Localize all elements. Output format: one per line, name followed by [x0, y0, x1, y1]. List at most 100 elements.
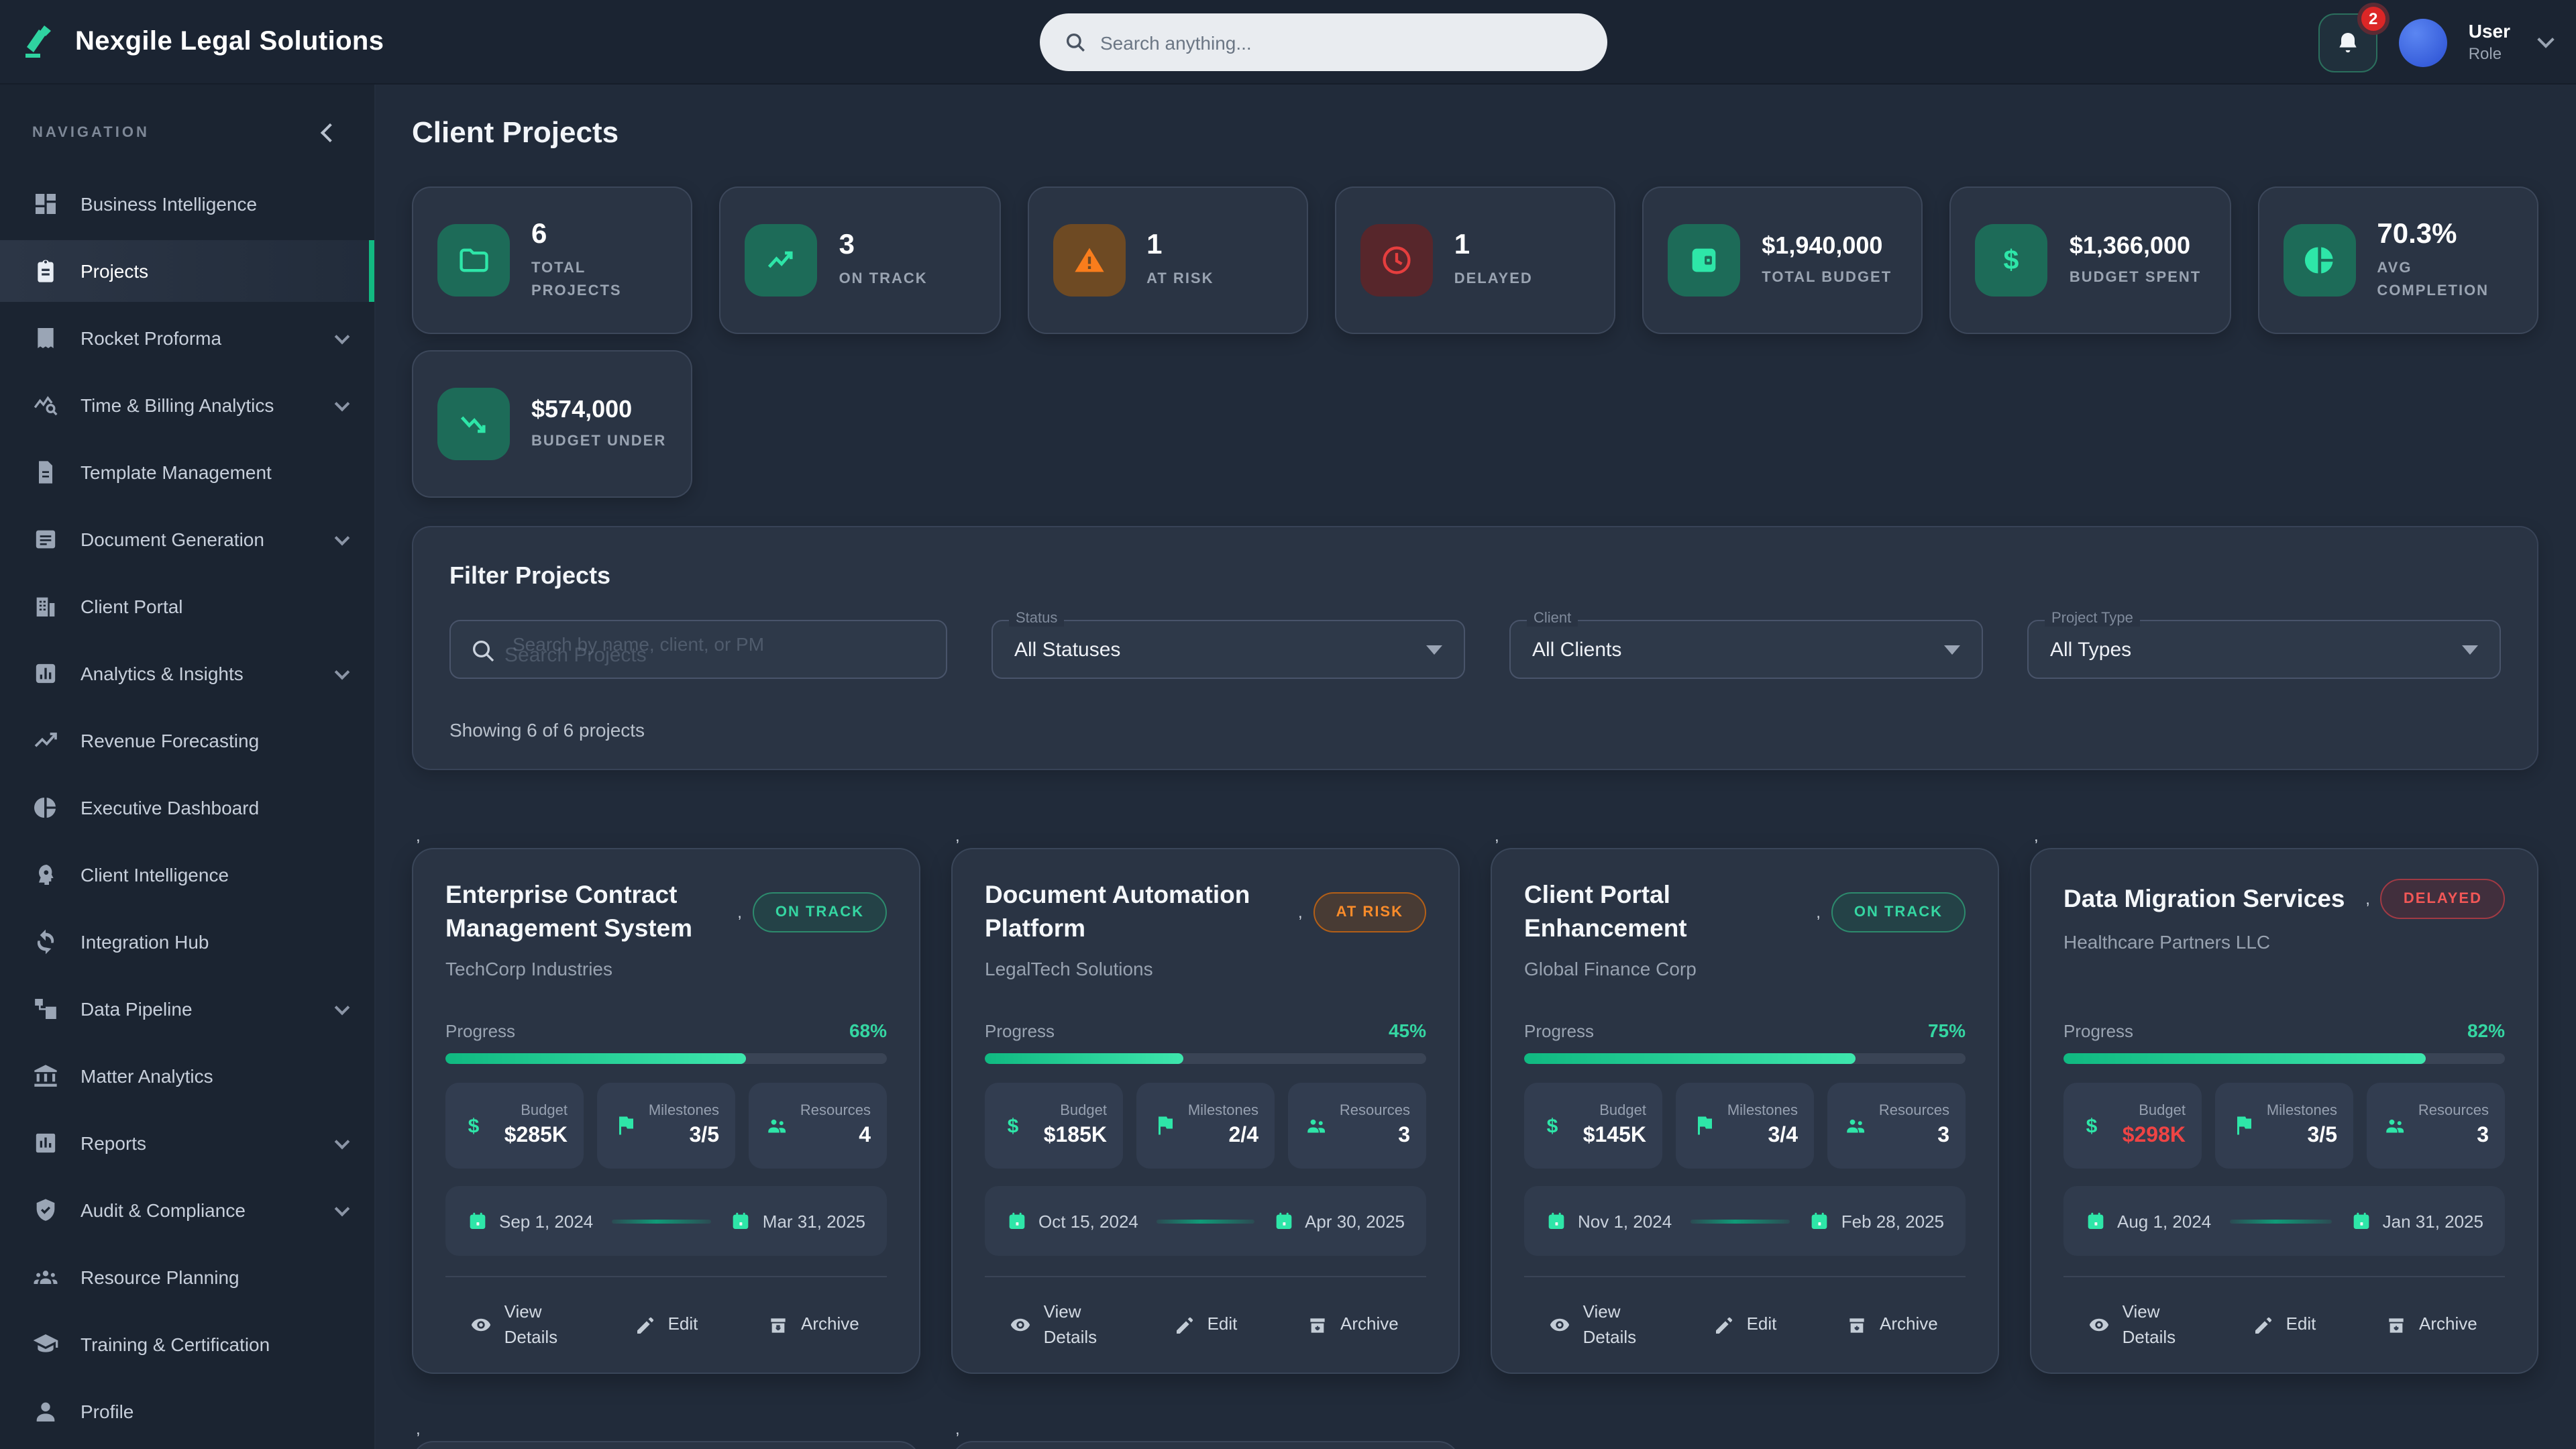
edit-button[interactable]: Edit — [1132, 1312, 1279, 1338]
progress-bar — [985, 1053, 1426, 1064]
sidebar-item-projects[interactable]: Projects — [0, 240, 374, 302]
sidebar-item-document-generation[interactable]: Document Generation — [0, 508, 374, 570]
client-name: TechCorp Industries — [445, 958, 887, 979]
archive-button[interactable]: Archive — [740, 1312, 887, 1338]
clipboard-icon — [32, 258, 59, 284]
sidebar-item-rocket-proforma[interactable]: Rocket Proforma — [0, 307, 374, 369]
user-menu-chevron-icon[interactable] — [2537, 31, 2554, 48]
chevron-down-icon[interactable] — [335, 1201, 350, 1216]
project-card-partial — [412, 1441, 920, 1449]
archive-button[interactable]: Archive — [1819, 1312, 1966, 1338]
sidebar-item-time-billing-analytics[interactable]: Time & Billing Analytics — [0, 374, 374, 436]
user-info[interactable]: User Role — [2469, 21, 2510, 64]
receipt-icon — [32, 325, 59, 352]
resources-tile: Resources3 — [1288, 1083, 1426, 1169]
project-type-select-value: All Types — [2050, 638, 2462, 661]
archive-button[interactable]: Archive — [1279, 1312, 1426, 1338]
view-details-button[interactable]: View Details — [2063, 1299, 2210, 1350]
stat-on-track: 3ON TRACK — [720, 186, 1001, 334]
notifications-button[interactable]: 2 — [2318, 13, 2377, 72]
timeline-connector — [2230, 1219, 2331, 1223]
project-search-label: Search Projects — [504, 644, 647, 667]
budget-value: $185K — [1033, 1124, 1107, 1148]
sidebar-collapse-icon[interactable] — [321, 123, 339, 142]
sidebar-item-data-pipeline[interactable]: Data Pipeline — [0, 978, 374, 1040]
status-badge: DELAYED — [2381, 879, 2505, 919]
edit-button[interactable]: Edit — [2210, 1312, 2357, 1338]
avatar[interactable] — [2399, 18, 2447, 66]
notification-badge: 2 — [2357, 2, 2390, 34]
client-select[interactable]: Client All Clients — [1509, 620, 1983, 679]
project-type-select[interactable]: Project Type All Types — [2027, 620, 2501, 679]
milestones-value: 3/5 — [645, 1124, 719, 1148]
view-details-button[interactable]: View Details — [1524, 1299, 1671, 1350]
progress-value: 68% — [849, 1020, 887, 1041]
sidebar-item-business-intelligence[interactable]: Business Intelligence — [0, 173, 374, 235]
sidebar-item-integration-hub[interactable]: Integration Hub — [0, 911, 374, 973]
archive-button[interactable]: Archive — [2358, 1312, 2505, 1338]
chevron-down-icon[interactable] — [335, 1134, 350, 1149]
end-date: Mar 31, 2025 — [763, 1211, 865, 1231]
sidebar-item-client-portal[interactable]: Client Portal — [0, 576, 374, 637]
dollar-icon: $ — [1540, 1114, 1564, 1138]
sidebar-item-resource-planning[interactable]: Resource Planning — [0, 1246, 374, 1308]
milestones-tile: Milestones2/4 — [1136, 1083, 1275, 1169]
user-role: Role — [2469, 44, 2510, 64]
budget-tile: $ Budget$185K — [985, 1083, 1123, 1169]
sidebar-item-executive-dashboard[interactable]: Executive Dashboard — [0, 777, 374, 839]
milestones-tile: Milestones3/5 — [597, 1083, 735, 1169]
sidebar-item-training-certification[interactable]: Training & Certification — [0, 1313, 374, 1375]
sidebar-item-profile[interactable]: Profile — [0, 1381, 374, 1442]
edit-button[interactable]: Edit — [1671, 1312, 1818, 1338]
progress-bar — [445, 1053, 887, 1064]
project-cards-grid: , Enterprise Contract Management System … — [412, 848, 2538, 1374]
start-date: Sep 1, 2024 — [499, 1211, 593, 1231]
card-actions: View Details Edit Archive — [1524, 1276, 1966, 1373]
app-root: Nexgile Legal Solutions 2 User Role — [0, 0, 2576, 1449]
sidebar-item-client-intelligence[interactable]: Client Intelligence — [0, 844, 374, 906]
pencil-icon — [1713, 1314, 1735, 1336]
project-search-field[interactable]: Search by name, client, or PM Search Pro… — [449, 620, 947, 679]
global-search-input[interactable] — [1100, 32, 1583, 53]
progress-label: Progress — [2063, 1021, 2133, 1041]
svg-text:$: $ — [1008, 1116, 1019, 1138]
svg-text:$: $ — [468, 1116, 480, 1138]
global-search[interactable] — [1040, 13, 1607, 71]
analytics-icon — [32, 660, 59, 687]
people-icon — [765, 1114, 789, 1138]
status-select-value: All Statuses — [1014, 638, 1426, 661]
query-stats-icon — [32, 392, 59, 419]
chevron-down-icon[interactable] — [335, 1000, 350, 1015]
sidebar-item-reports[interactable]: Reports — [0, 1112, 374, 1174]
timeline-connector — [1690, 1219, 1790, 1223]
stat-at-risk: 1AT RISK — [1027, 186, 1308, 334]
calendar-icon — [1546, 1210, 1567, 1232]
pie-chart-icon — [2302, 243, 2337, 278]
sync-icon — [32, 928, 59, 955]
dashboard-icon — [32, 191, 59, 217]
filter-title: Filter Projects — [449, 562, 2501, 590]
warning-icon — [1071, 243, 1106, 278]
view-details-button[interactable]: View Details — [985, 1299, 1132, 1350]
edit-button[interactable]: Edit — [592, 1312, 739, 1338]
sidebar-item-revenue-forecasting[interactable]: Revenue Forecasting — [0, 710, 374, 771]
chevron-down-icon[interactable] — [335, 664, 350, 680]
sidebar-item-matter-analytics[interactable]: Matter Analytics — [0, 1045, 374, 1107]
status-select[interactable]: Status All Statuses — [991, 620, 1465, 679]
chevron-down-icon[interactable] — [335, 396, 350, 411]
graduation-cap-icon — [32, 1331, 59, 1358]
chevron-down-icon[interactable] — [335, 329, 350, 344]
project-title: Enterprise Contract Management System — [445, 879, 732, 946]
sidebar-item-template-management[interactable]: Template Management — [0, 441, 374, 503]
budget-tile: $ Budget$298K — [2063, 1083, 2202, 1169]
pencil-icon — [635, 1314, 656, 1336]
stray-comma: , — [2365, 890, 2370, 908]
sidebar-item-audit-compliance[interactable]: Audit & Compliance — [0, 1179, 374, 1241]
chevron-down-icon[interactable] — [335, 530, 350, 545]
view-details-button[interactable]: View Details — [445, 1299, 592, 1350]
milestones-value: 3/4 — [1724, 1124, 1798, 1148]
sidebar-item-analytics-insights[interactable]: Analytics & Insights — [0, 643, 374, 704]
project-card: Enterprise Contract Management System , … — [412, 848, 920, 1374]
budget-value: $285K — [494, 1124, 568, 1148]
bar-chart-icon — [32, 1130, 59, 1157]
